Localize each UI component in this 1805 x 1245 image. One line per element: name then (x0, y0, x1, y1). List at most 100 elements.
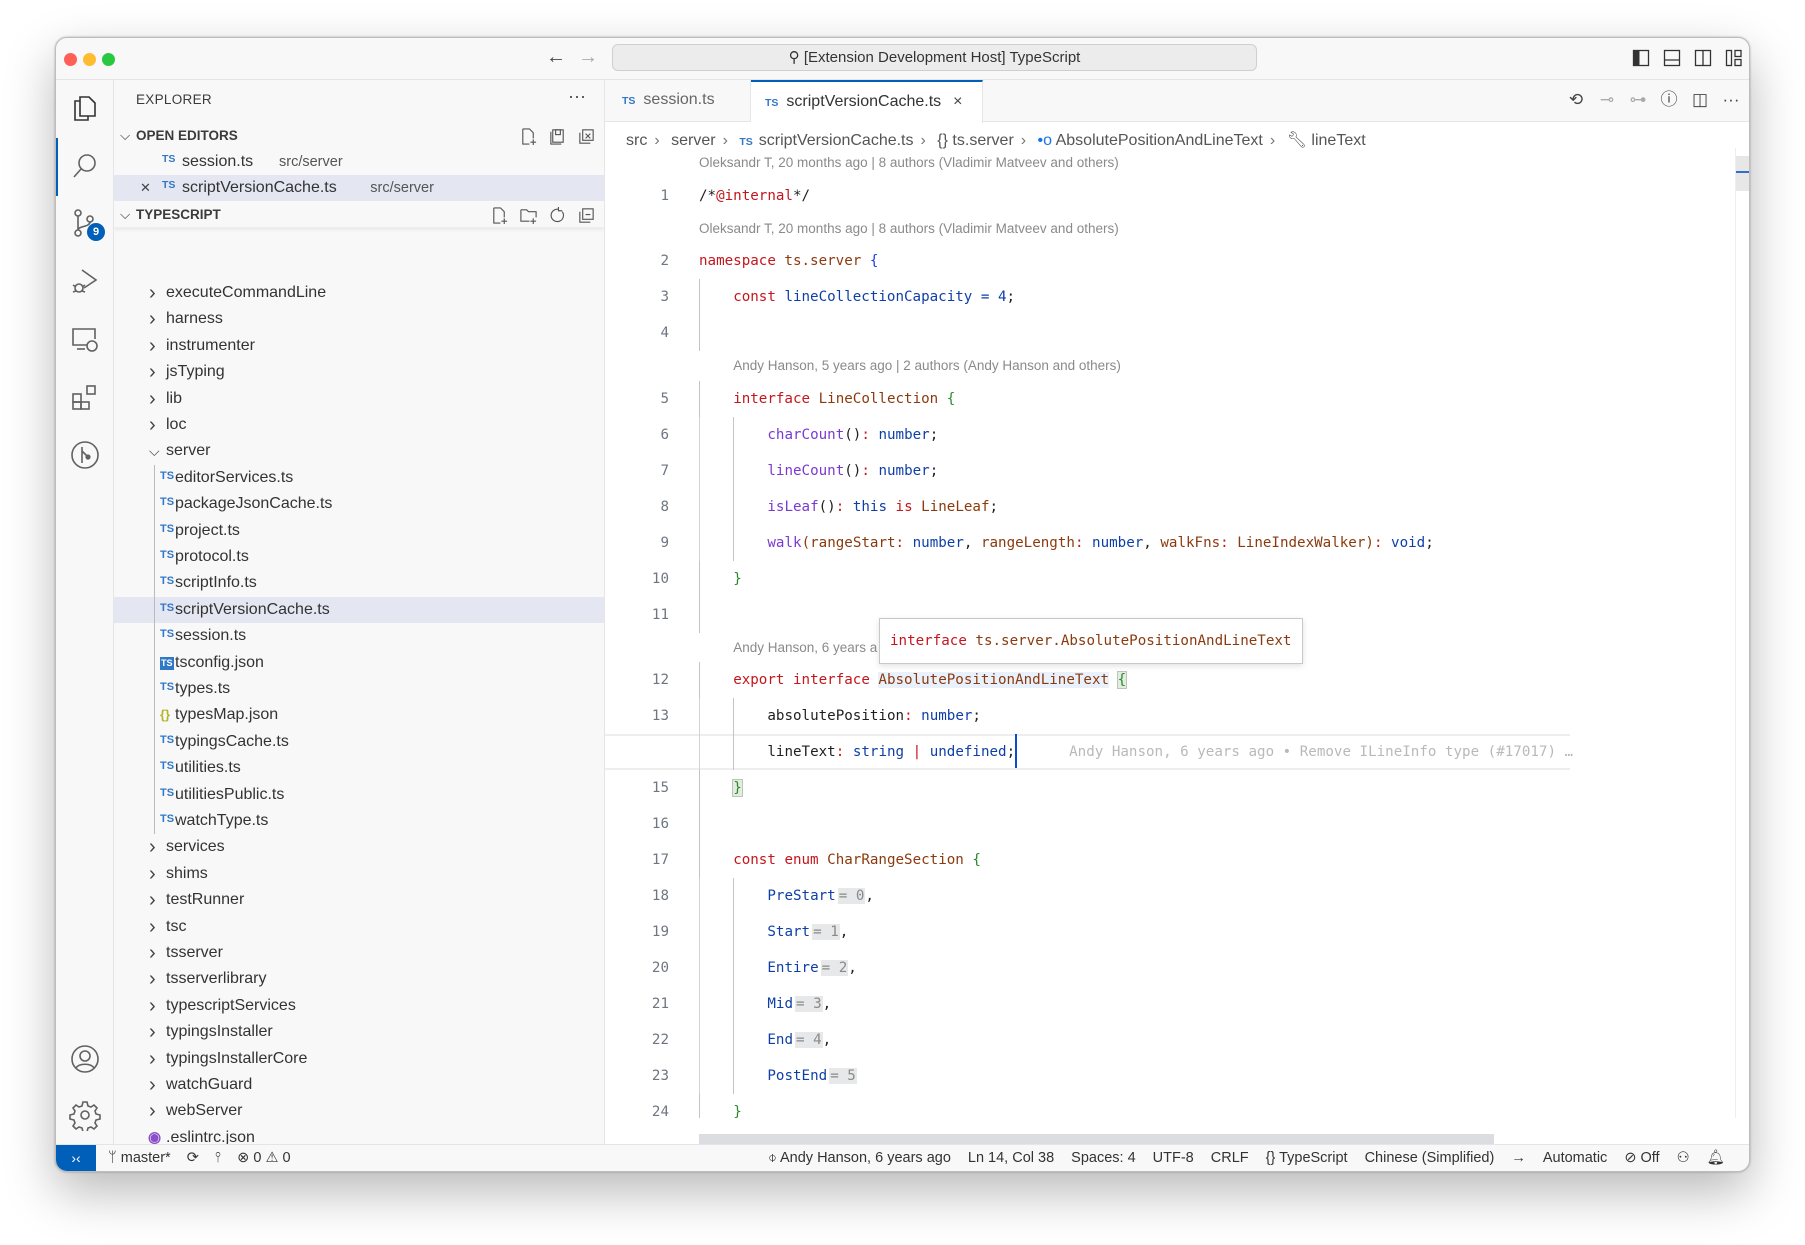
tree-item-folder[interactable]: › loc (114, 412, 604, 438)
cursor-position[interactable]: Ln 14, Col 38 (968, 1145, 1054, 1171)
vertical-scrollbar[interactable] (1735, 148, 1749, 1118)
encoding[interactable]: UTF-8 (1153, 1145, 1194, 1171)
new-folder-icon[interactable] (519, 206, 538, 225)
breadcrumb-server[interactable]: server (671, 132, 715, 149)
new-file-icon[interactable] (490, 206, 509, 225)
close-window-button[interactable] (64, 53, 77, 66)
extensions-icon[interactable] (69, 381, 101, 413)
end-of-line[interactable]: CRLF (1211, 1145, 1249, 1171)
bell-icon[interactable]: 🔔︎ (1707, 1145, 1725, 1171)
tree-item-folder[interactable]: › lib (114, 386, 604, 412)
customize-layout-icon[interactable] (1725, 49, 1743, 67)
tree-item-ts[interactable]: TS scriptInfo.ts (114, 570, 604, 596)
toggle-panel-icon[interactable] (1663, 49, 1681, 67)
tree-item-folder[interactable]: › tsc (114, 914, 604, 940)
tree-item-ts[interactable]: TS utilitiesPublic.ts (114, 782, 604, 808)
run-and-debug-icon[interactable] (69, 265, 101, 297)
indentation[interactable]: Spaces: 4 (1071, 1145, 1136, 1171)
toggle-secondary-sidebar-icon[interactable] (1694, 49, 1712, 67)
sync-icon[interactable]: ⟳ (187, 1145, 199, 1171)
tree-item-folder[interactable]: › testRunner (114, 887, 604, 913)
tree-item-folder[interactable]: › typingsInstallerCore (114, 1046, 604, 1072)
tree-item-ts[interactable]: TS utilities.ts (114, 755, 604, 781)
codelens[interactable]: Oleksandr T, 20 months ago | 8 authors (… (605, 214, 1730, 244)
gitlens-compare-icon[interactable]: ⊸ (1597, 90, 1617, 110)
gitlens-previous-change-icon[interactable]: ⟲ (1566, 90, 1586, 110)
tree-item-ts[interactable]: TS editorServices.ts (114, 465, 604, 491)
remote-explorer-icon[interactable] (69, 323, 101, 355)
tree-item-ts[interactable]: TS packageJsonCache.ts (114, 491, 604, 517)
arrow-left-icon[interactable]: ← (546, 46, 566, 69)
codelens-text[interactable]: Oleksandr T, 20 months ago | 8 authors (… (699, 148, 1119, 178)
search-icon[interactable] (69, 150, 101, 182)
copilot-status[interactable]: ⊘ Off (1624, 1145, 1659, 1171)
tree-item-folder[interactable]: › services (114, 834, 604, 860)
mode[interactable]: Automatic (1543, 1145, 1607, 1171)
source-control-icon[interactable]: 9 (69, 207, 105, 241)
accounts-icon[interactable] (69, 1043, 101, 1075)
tree-item-folder[interactable]: › instrumenter (114, 333, 604, 359)
git-graph-icon[interactable]: ⫯ (215, 1145, 221, 1171)
maximize-window-button[interactable] (102, 53, 115, 66)
codelens[interactable]: Oleksandr T, 20 months ago | 8 authors (… (605, 148, 1730, 178)
new-untitled-file-icon[interactable] (519, 127, 538, 146)
locale[interactable]: Chinese (Simplified) (1365, 1145, 1495, 1171)
arrow-icon[interactable]: → (1511, 1145, 1526, 1171)
branch-status[interactable]: ᛘ master* (108, 1145, 171, 1171)
tree-item-folder[interactable]: › typingsInstaller (114, 1019, 604, 1045)
explorer-icon[interactable] (69, 92, 101, 124)
tree-item-ts[interactable]: TS typingsCache.ts (114, 729, 604, 755)
gitlens-icon[interactable] (69, 439, 101, 471)
close-tab-icon[interactable]: × (953, 93, 962, 110)
tree-item-eslint[interactable]: ◉ .eslintrc.json (114, 1125, 604, 1144)
codelens-text[interactable]: Andy Hanson, 6 years a (733, 633, 877, 663)
tree-item-folder[interactable]: › webServer (114, 1098, 604, 1124)
close-all-icon[interactable] (577, 127, 596, 146)
tree-item-ts[interactable]: TS session.ts (114, 623, 604, 649)
tree-item-folder[interactable]: › typescriptServices (114, 993, 604, 1019)
gitlens-blame-icon[interactable]: ⓘ (1659, 90, 1679, 110)
problems-status[interactable]: ⊗ 0 ⚠ 0 (237, 1145, 290, 1171)
tree-item-folder[interactable]: › shims (114, 861, 604, 887)
tree-item-folder[interactable]: › executeCommandLine (114, 280, 604, 306)
tree-item-ts[interactable]: TS project.ts (114, 518, 604, 544)
gitlens-next-change-icon[interactable]: ⊶ (1628, 90, 1648, 110)
codelens-text[interactable]: Andy Hanson, 5 years ago | 2 authors (An… (733, 351, 1121, 381)
inline-blame[interactable]: Andy Hanson, 6 years ago • Remove ILineI… (1069, 744, 1573, 760)
tree-item-folder[interactable]: › harness (114, 306, 604, 332)
tree-item-ts[interactable]: TS protocol.ts (114, 544, 604, 570)
gear-icon[interactable] (69, 1099, 101, 1133)
open-editors-section-header[interactable]: ⌵ OPEN EDITORS (114, 123, 604, 149)
language-mode[interactable]: {} TypeScript (1266, 1145, 1348, 1171)
tree-item-tsconfig[interactable]: TS tsconfig.json (114, 650, 604, 676)
split-editor-icon[interactable]: ◫ (1690, 90, 1710, 110)
open-editor-item[interactable]: TS session.ts src/server (114, 149, 604, 175)
breadcrumb-interface[interactable]: AbsolutePositionAndLineText (1056, 132, 1263, 149)
tree-item-ts[interactable]: TS watchType.ts (114, 808, 604, 834)
tree-item-ts[interactable]: TS types.ts (114, 676, 604, 702)
breadcrumb-src[interactable]: src (626, 132, 647, 149)
workspace-section-header[interactable]: ⌵ TYPESCRIPT (114, 202, 604, 228)
save-all-icon[interactable] (548, 127, 567, 146)
breadcrumb-property[interactable]: lineText (1311, 132, 1365, 149)
tree-item-folder-open[interactable]: ⌵ server (114, 438, 604, 464)
tree-item-json[interactable]: {} typesMap.json (114, 702, 604, 728)
tree-item-folder[interactable]: › tsserver (114, 940, 604, 966)
tab-session-ts[interactable]: TS session.ts (608, 80, 751, 122)
arrow-right-icon[interactable]: → (578, 46, 598, 69)
tree-item-ts[interactable]: TS scriptVersionCache.ts (114, 596, 604, 624)
more-actions-icon[interactable]: ··· (1721, 90, 1741, 110)
tab-scriptversioncache-ts[interactable]: TS scriptVersionCache.ts × (751, 80, 983, 123)
close-icon[interactable]: ✕ (140, 175, 151, 201)
codelens-text[interactable]: Oleksandr T, 20 months ago | 8 authors (… (699, 214, 1119, 244)
tree-item-folder[interactable]: › jsTyping (114, 359, 604, 385)
tree-item-folder[interactable]: › tsserverlibrary (114, 966, 604, 992)
refresh-icon[interactable] (548, 206, 567, 225)
minimize-window-button[interactable] (83, 53, 96, 66)
more-actions-button[interactable]: ··· (568, 86, 586, 107)
feedback-icon[interactable]: ⚇ (1677, 1145, 1690, 1171)
codelens[interactable]: Andy Hanson, 5 years ago | 2 authors (An… (605, 351, 1730, 381)
blame-status[interactable]: ⌽ Andy Hanson, 6 years ago (768, 1145, 951, 1171)
breadcrumb-namespace[interactable]: ts.server (952, 132, 1013, 149)
toggle-primary-sidebar-icon[interactable] (1632, 49, 1650, 67)
